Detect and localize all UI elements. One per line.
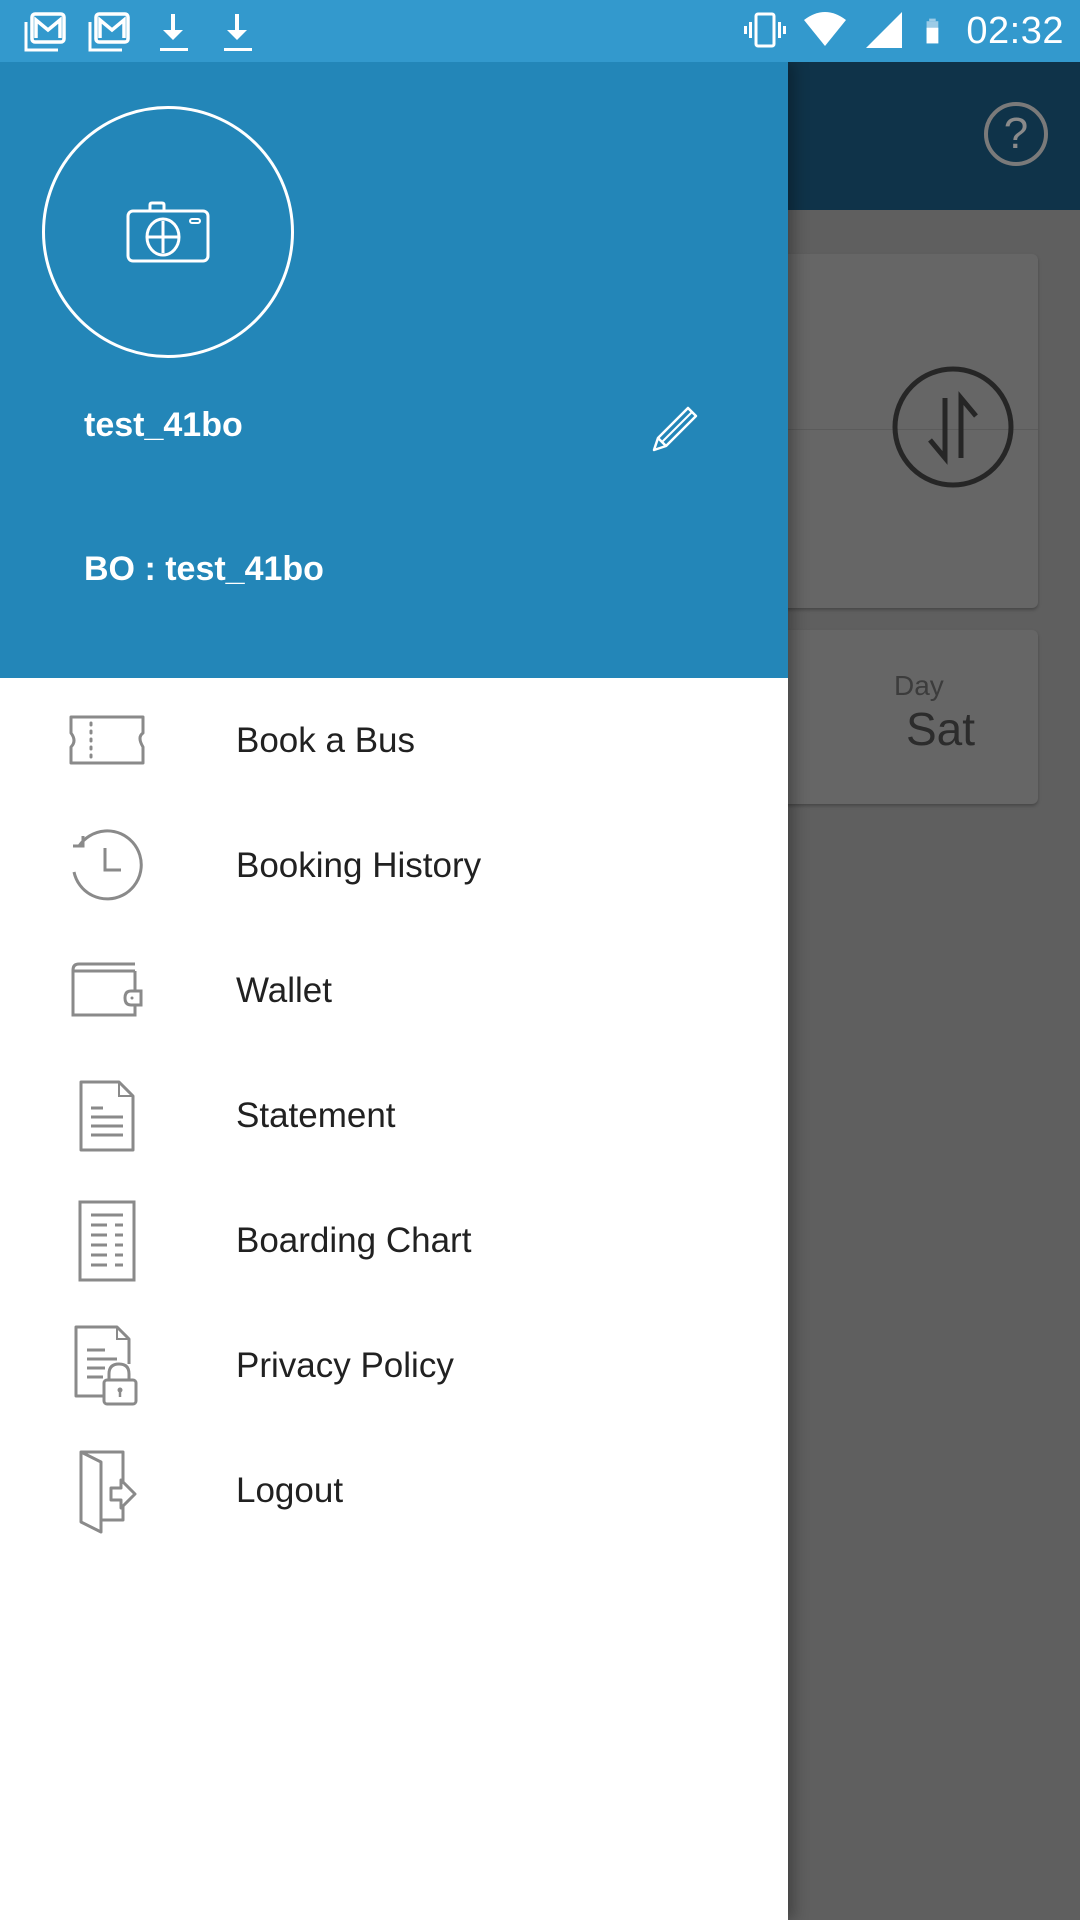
status-bar: 02:32	[0, 0, 1080, 62]
camera-add-icon	[126, 201, 210, 263]
menu-item-book-a-bus[interactable]: Book a Bus	[0, 678, 788, 803]
wallet-icon	[62, 946, 152, 1036]
menu-label: Booking History	[236, 845, 482, 885]
menu-item-logout[interactable]: Logout	[0, 1428, 788, 1553]
history-icon	[62, 821, 152, 911]
download-icon	[160, 14, 188, 51]
gmail-icon	[88, 12, 130, 52]
menu-label: Statement	[236, 1095, 396, 1135]
ticket-icon	[62, 696, 152, 786]
download-icon	[224, 14, 252, 51]
menu-item-statement[interactable]: Statement	[0, 1053, 788, 1178]
swap-direction-icon[interactable]	[890, 364, 1016, 490]
signal-icon	[866, 12, 903, 48]
menu-label: Wallet	[236, 970, 332, 1010]
username: test_41bo	[84, 406, 243, 444]
menu-item-privacy-policy[interactable]: Privacy Policy	[0, 1303, 788, 1428]
clock: 02:32	[966, 9, 1064, 52]
help-icon[interactable]: ?	[984, 102, 1048, 166]
gmail-icon	[24, 12, 66, 52]
day-label: Day	[894, 670, 944, 701]
wifi-icon	[804, 12, 847, 46]
navigation-drawer: test_41bo BO : test_41bo Book a Bus Book…	[0, 62, 788, 1920]
menu-item-wallet[interactable]: Wallet	[0, 928, 788, 1053]
menu-label: Privacy Policy	[236, 1345, 454, 1385]
vibrate-icon	[744, 12, 787, 48]
menu-item-booking-history[interactable]: Booking History	[0, 803, 788, 928]
system-icons: 02:32	[742, 8, 1064, 54]
list-document-icon	[62, 1196, 152, 1286]
document-lock-icon	[62, 1321, 152, 1411]
battery-icon	[926, 18, 939, 44]
menu-label: Book a Bus	[236, 720, 415, 760]
menu-label: Boarding Chart	[236, 1220, 472, 1260]
drawer-menu: Book a Bus Booking History Wallet Statem…	[0, 678, 788, 1553]
avatar-upload-button[interactable]	[42, 106, 294, 358]
logout-door-icon	[62, 1446, 152, 1536]
drawer-header: test_41bo BO : test_41bo	[0, 62, 788, 678]
bo-label: BO : test_41bo	[84, 550, 324, 588]
pencil-icon[interactable]	[646, 402, 702, 458]
notification-icons	[22, 10, 260, 56]
document-icon	[62, 1071, 152, 1161]
menu-item-boarding-chart[interactable]: Boarding Chart	[0, 1178, 788, 1303]
menu-label: Logout	[236, 1470, 344, 1510]
day-value: Sat	[906, 703, 976, 755]
